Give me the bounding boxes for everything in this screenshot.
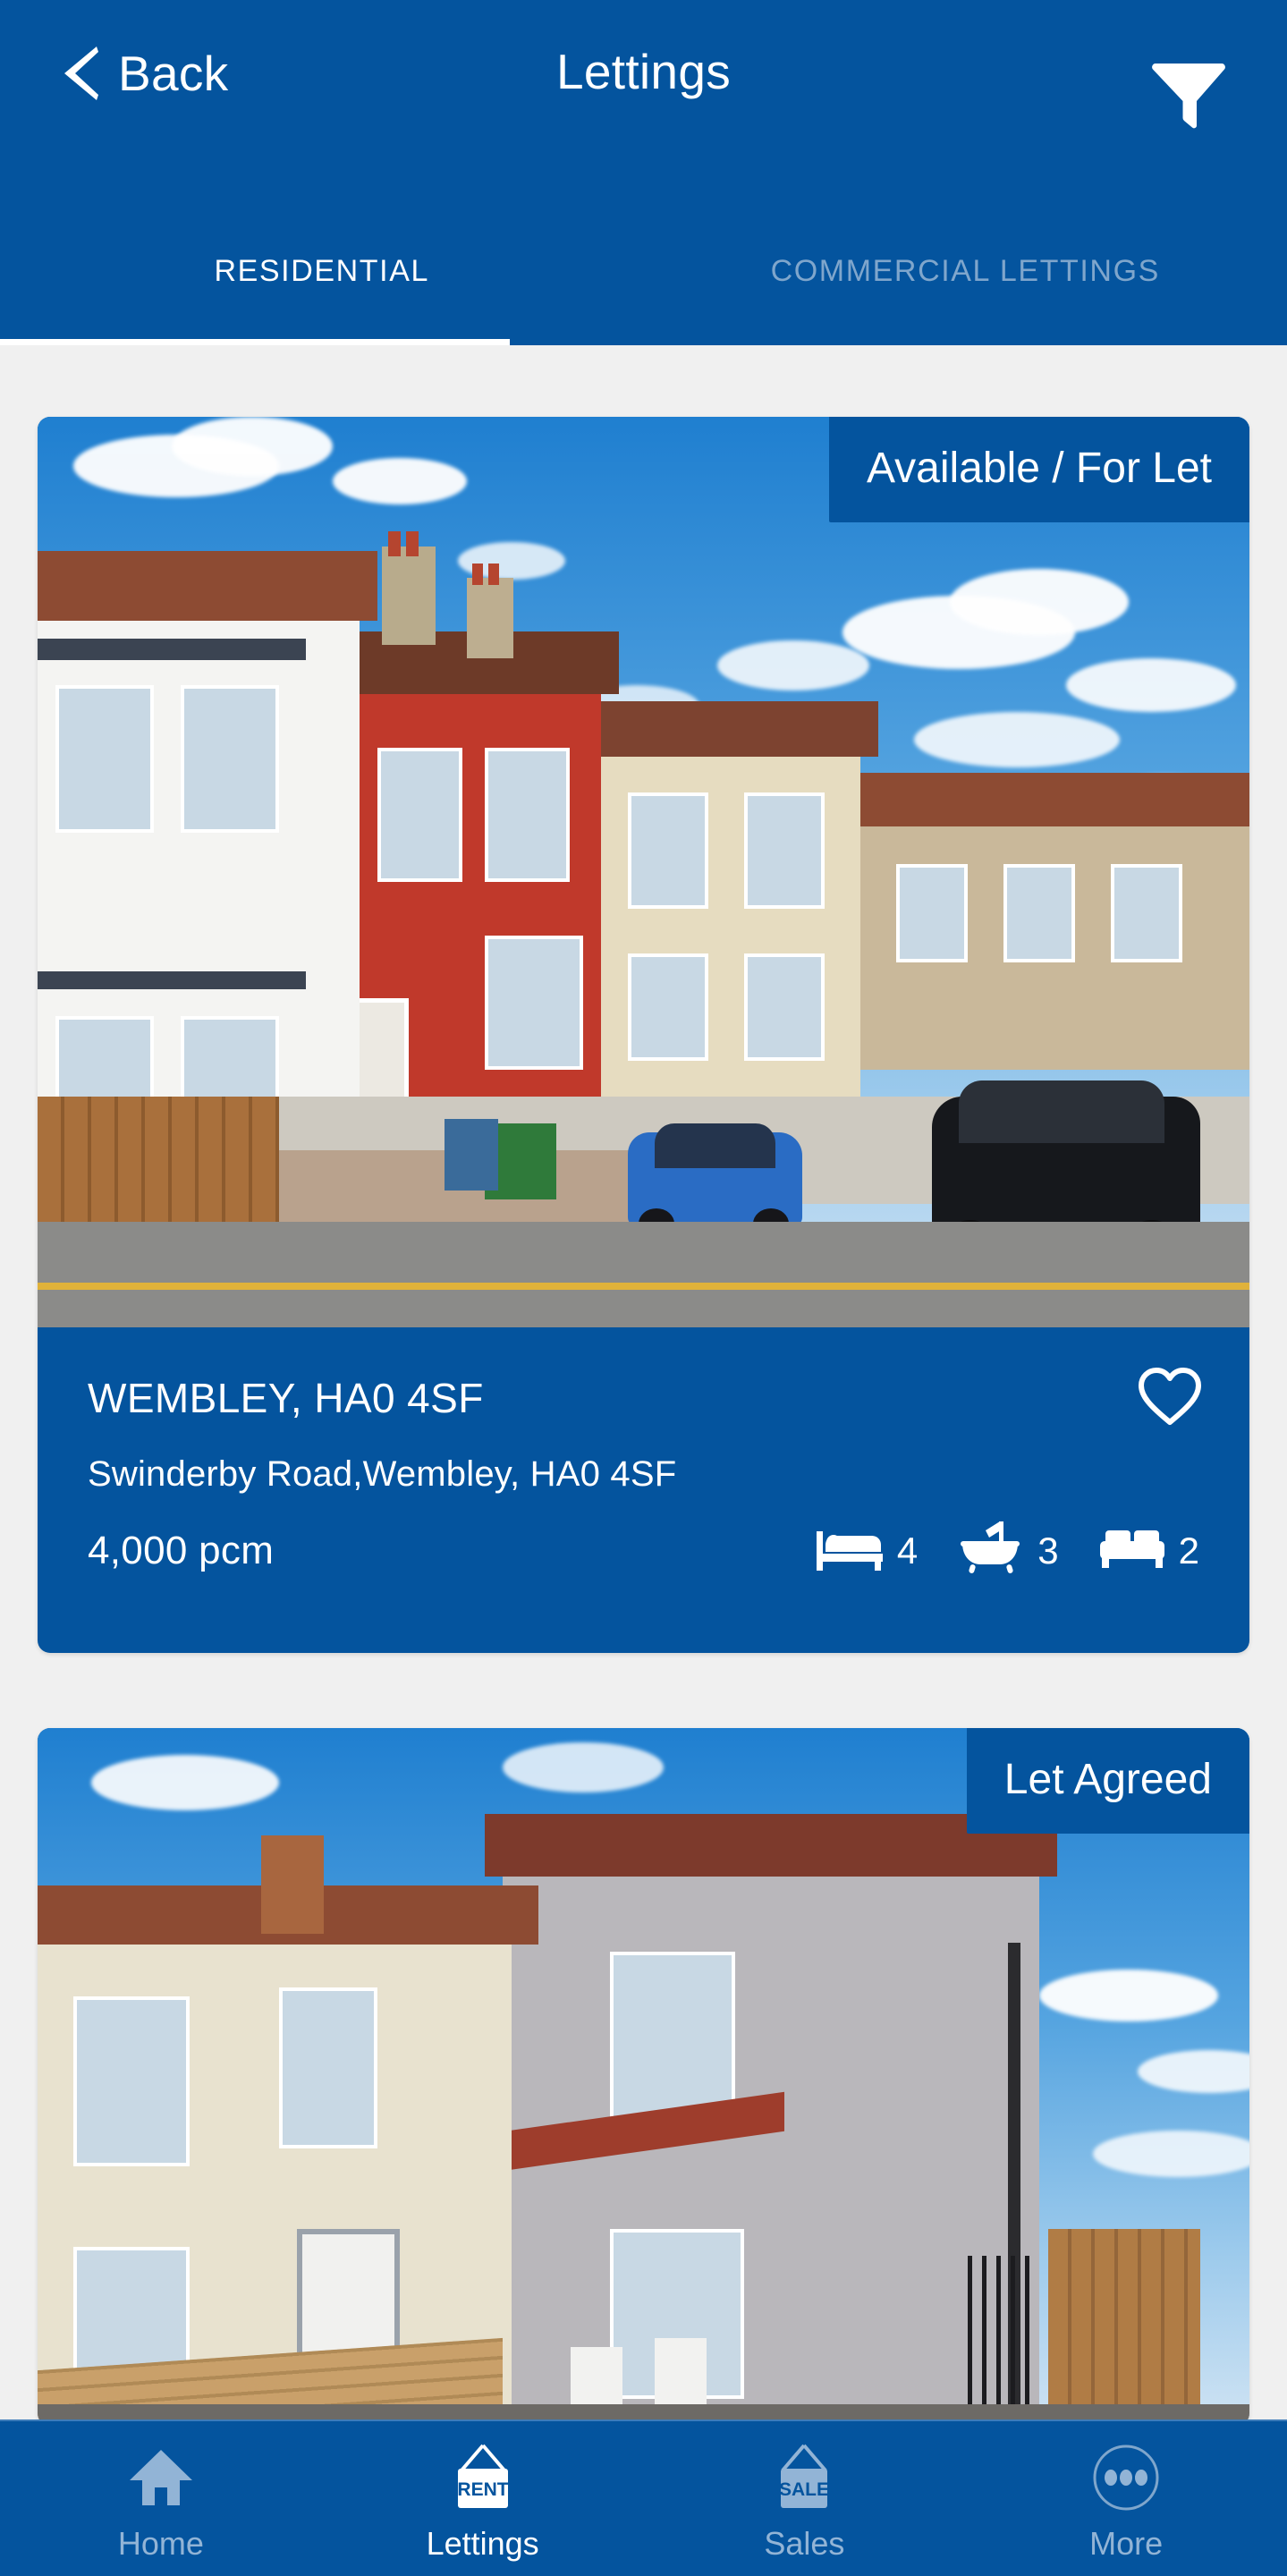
listing-photo-semi-detached: Let Agreed: [38, 1728, 1249, 2426]
listing-card[interactable]: Available / For Let WEMBLEY, HA0 4SF Swi…: [38, 417, 1249, 1653]
header-nav-row: Back Lettings: [0, 0, 1287, 215]
bed-icon: [816, 1526, 883, 1575]
listing-card[interactable]: Let Agreed: [38, 1728, 1249, 2426]
tab-residential[interactable]: RESIDENTIAL: [0, 234, 644, 345]
nav-item-lettings-label: Lettings: [426, 2524, 539, 2562]
feature-bedrooms-count: 4: [896, 1529, 919, 1572]
nav-item-lettings[interactable]: RENT Lettings: [322, 2421, 644, 2576]
favorite-button[interactable]: [1137, 1365, 1203, 1431]
sofa-icon: [1099, 1527, 1164, 1574]
feature-receptions-count: 2: [1178, 1529, 1199, 1572]
tab-commercial-lettings[interactable]: COMMERCIAL LETTINGS: [644, 234, 1287, 345]
nav-item-sales-label: Sales: [764, 2524, 845, 2562]
back-button-label: Back: [118, 46, 229, 101]
category-tabs: RESIDENTIAL COMMERCIAL LETTINGS: [0, 234, 1287, 345]
bath-icon: [959, 1520, 1023, 1581]
back-button[interactable]: Back: [64, 45, 228, 102]
home-icon: [128, 2443, 194, 2512]
feature-bedrooms: 4: [816, 1526, 919, 1575]
tab-commercial-lettings-label: COMMERCIAL LETTINGS: [770, 254, 1160, 288]
status-badge: Let Agreed: [966, 1728, 1249, 1834]
listing-title: WEMBLEY, HA0 4SF: [88, 1375, 484, 1421]
listing-info-panel: WEMBLEY, HA0 4SF Swinderby Road,Wembley,…: [38, 1327, 1249, 1631]
feature-receptions: 2: [1099, 1527, 1199, 1574]
feature-bathrooms: 3: [959, 1520, 1059, 1581]
chevron-left-icon: [64, 47, 98, 100]
tab-residential-label: RESIDENTIAL: [214, 254, 430, 288]
nav-item-more-label: More: [1089, 2524, 1164, 2562]
bottom-navigation: Home RENT Lettings SALE Sales More: [0, 2419, 1287, 2576]
lettings-screen: Back Lettings RESIDENTIAL COMMERCIAL LET…: [0, 0, 1287, 2576]
sale-sign-icon: SALE: [768, 2443, 840, 2512]
listing-meta-row: 4,000 pcm 4 3 2: [88, 1520, 1199, 1581]
app-header: Back Lettings RESIDENTIAL COMMERCIAL LET…: [0, 0, 1287, 345]
listing-features: 4 3 2: [816, 1520, 1199, 1581]
rent-sign-icon: RENT: [447, 2443, 519, 2512]
nav-item-home[interactable]: Home: [0, 2421, 322, 2576]
nav-item-sales[interactable]: SALE Sales: [644, 2421, 966, 2576]
feature-bathrooms-count: 3: [1037, 1529, 1059, 1572]
listing-price: 4,000 pcm: [88, 1528, 275, 1572]
svg-text:RENT: RENT: [457, 2479, 508, 2500]
nav-item-more[interactable]: More: [965, 2421, 1287, 2576]
svg-text:SALE: SALE: [779, 2479, 829, 2500]
filter-funnel-icon: [1150, 55, 1227, 136]
listing-address: Swinderby Road,Wembley, HA0 4SF: [88, 1454, 677, 1494]
heart-outline-icon: [1138, 1367, 1202, 1430]
status-badge: Available / For Let: [829, 417, 1249, 522]
nav-item-home-label: Home: [117, 2524, 204, 2562]
listing-photo-street-terrace: Available / For Let: [38, 417, 1249, 1327]
filter-button[interactable]: [1146, 52, 1232, 138]
more-dots-icon: [1091, 2443, 1161, 2512]
active-tab-indicator: [0, 339, 510, 345]
listings-scroll-area[interactable]: Available / For Let WEMBLEY, HA0 4SF Swi…: [0, 345, 1287, 2426]
